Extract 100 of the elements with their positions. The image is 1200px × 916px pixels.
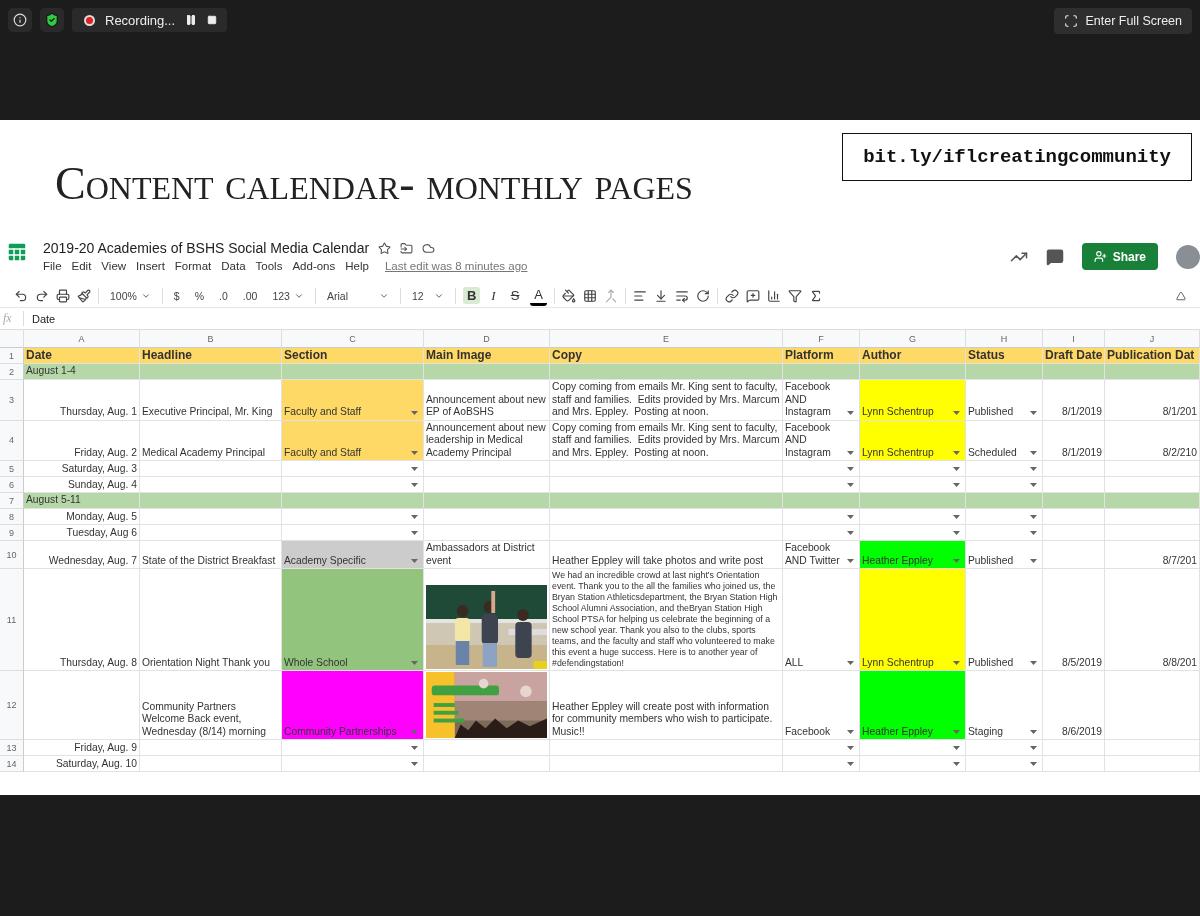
dropdown-icon[interactable] [411,515,418,519]
filter-icon[interactable] [788,288,803,303]
align-icon[interactable] [633,288,648,303]
dropdown-icon[interactable] [1030,746,1037,750]
row-number[interactable]: 7 [0,493,24,509]
formula-field[interactable]: Date [24,312,56,325]
font-dropdown[interactable]: Arial [322,287,393,304]
dropdown-icon[interactable] [847,531,854,535]
dropdown-icon[interactable] [411,762,418,766]
menu-item[interactable]: File [43,260,62,272]
increase-decimals-button[interactable]: .00 [238,287,262,304]
last-edit-link[interactable]: Last edit was 8 minutes ago [384,260,528,272]
dropdown-icon[interactable] [847,451,854,455]
decrease-decimals-button[interactable]: .0 [215,287,232,304]
dropdown-icon[interactable] [1030,559,1037,563]
row-number[interactable]: 12 [0,671,24,740]
number-format-dropdown[interactable]: 123 [268,287,308,304]
dropdown-icon[interactable] [1030,483,1037,487]
text-color-button[interactable]: A [530,285,548,306]
dropdown-icon[interactable] [847,410,854,415]
dropdown-icon[interactable] [411,483,418,487]
menu-item[interactable]: Format [174,260,212,272]
column-header[interactable]: C [282,330,424,348]
rotate-icon[interactable] [696,288,711,303]
dropdown-icon[interactable] [847,661,854,665]
strikethrough-button[interactable]: S [506,287,524,305]
menu-item[interactable]: View [101,260,127,272]
folder-icon[interactable] [400,241,414,255]
dropdown-icon[interactable] [1030,531,1037,535]
chart-icon[interactable] [767,288,782,303]
dropdown-icon[interactable] [953,746,960,750]
menu-item[interactable]: Edit [71,260,92,272]
row-number[interactable]: 10 [0,541,24,569]
bold-button[interactable]: B [462,287,481,305]
corner-cell[interactable] [0,330,24,348]
undo-icon[interactable] [14,288,28,303]
row-number[interactable]: 13 [0,740,24,756]
column-header[interactable]: G [860,330,966,348]
row-number[interactable]: 4 [0,420,24,461]
column-header[interactable]: A [24,330,140,348]
dropdown-icon[interactable] [953,515,960,519]
dropdown-icon[interactable] [1030,730,1037,734]
dropdown-icon[interactable] [847,762,854,766]
dropdown-icon[interactable] [953,451,960,455]
menu-item[interactable]: Data [221,260,246,272]
fullscreen-button[interactable]: Enter Full Screen [1054,8,1192,34]
row-number[interactable]: 9 [0,525,24,541]
add-comment-icon[interactable] [746,288,761,303]
stop-icon[interactable] [207,15,218,25]
dropdown-icon[interactable] [411,559,418,563]
font-size-dropdown[interactable]: 12 [407,287,448,304]
dropdown-icon[interactable] [1030,467,1037,471]
row-number[interactable]: 11 [0,569,24,671]
document-title[interactable]: 2019-20 Academies of BSHS Social Media Calendar [43,240,370,256]
shield-icon[interactable] [44,12,60,28]
print-icon[interactable] [56,288,70,303]
dropdown-icon[interactable] [953,762,960,766]
column-header[interactable]: D [424,330,550,348]
dropdown-icon[interactable] [411,746,418,750]
row-number[interactable]: 3 [0,380,24,421]
column-header[interactable]: H [966,330,1043,348]
cloud-icon[interactable] [422,241,436,255]
dropdown-icon[interactable] [1030,661,1037,665]
column-header[interactable]: I [1043,330,1105,348]
dropdown-icon[interactable] [411,410,418,415]
dropdown-icon[interactable] [1030,515,1037,519]
dropdown-icon[interactable] [953,730,960,734]
dropdown-icon[interactable] [847,515,854,519]
share-button[interactable]: Share [1081,243,1158,270]
link-icon[interactable] [725,288,740,303]
percent-button[interactable]: % [190,287,209,304]
row-number[interactable]: 6 [0,477,24,493]
dropdown-icon[interactable] [1030,410,1037,415]
dropdown-icon[interactable] [847,483,854,487]
zoom-dropdown[interactable]: 100% [106,287,155,304]
menu-item[interactable]: Tools [255,260,283,272]
info-icon[interactable] [13,13,27,27]
dropdown-icon[interactable] [953,410,960,415]
vertical-align-icon[interactable] [654,288,669,303]
paint-format-icon[interactable] [77,288,91,303]
dropdown-icon[interactable] [411,467,418,471]
row-number[interactable]: 1 [0,348,24,364]
dropdown-icon[interactable] [847,559,854,563]
menu-item[interactable]: Insert [136,260,165,272]
dropdown-icon[interactable] [847,467,854,471]
column-header[interactable]: B [140,330,282,348]
dropdown-icon[interactable] [411,531,418,535]
star-icon[interactable] [378,241,392,255]
redo-icon[interactable] [35,288,49,303]
italic-button[interactable]: I [487,286,500,305]
fullscreen-icon[interactable] [1064,14,1079,28]
row-number[interactable]: 5 [0,461,24,477]
dropdown-icon[interactable] [411,451,418,455]
pause-icon[interactable] [185,14,198,26]
comment-icon[interactable] [1045,247,1064,266]
avatar[interactable] [1176,244,1200,269]
dropdown-icon[interactable] [953,559,960,563]
collapse-icon[interactable] [1176,290,1186,301]
wrap-icon[interactable] [675,288,690,303]
dropdown-icon[interactable] [411,661,418,665]
